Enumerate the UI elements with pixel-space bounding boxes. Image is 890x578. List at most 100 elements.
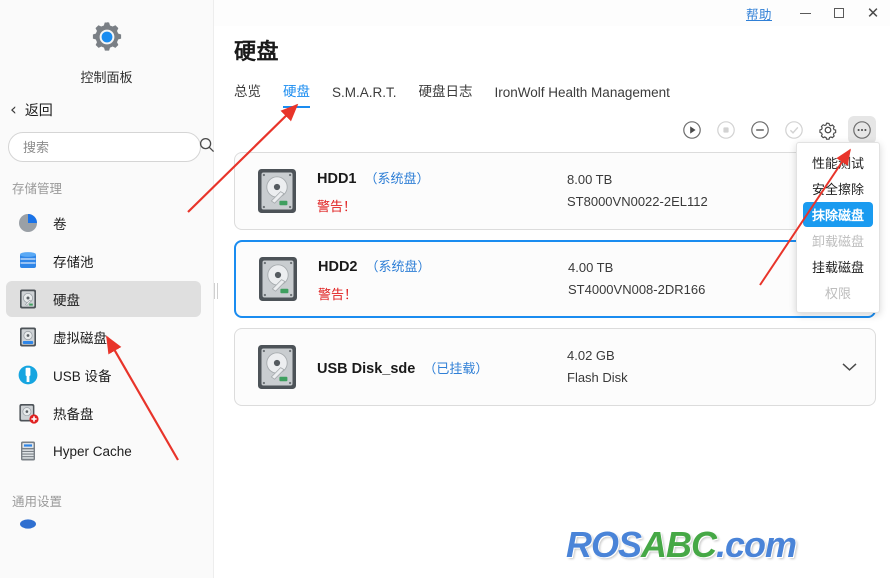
hard-disk-icon [257, 168, 297, 214]
disk-meta: 4.02 GB Flash Disk [567, 345, 628, 389]
tab-ironwolf-health-management[interactable]: IronWolf Health Management [495, 85, 670, 108]
table-row[interactable]: HDD2 （系统盘） 警告！ 4.00 TB ST4000VN008-2DR16… [234, 240, 876, 318]
storage-pool-icon [16, 249, 40, 273]
close-icon: ✕ [866, 3, 880, 22]
sidebar-item-label: 虚拟磁盘 [53, 331, 107, 346]
sidebar-section-general: 通用设置 [12, 495, 63, 509]
disk-list: HDD1 （系统盘） 警告！ 8.00 TB ST8000VN0022-2EL1… [214, 144, 890, 406]
search-container [0, 126, 215, 162]
minimize-button[interactable] [788, 1, 822, 25]
menu-item-mount-disk[interactable]: 挂载磁盘 [803, 254, 873, 279]
disk-meta: 8.00 TB ST8000VN0022-2EL112 [567, 169, 708, 213]
stop-button[interactable] [712, 116, 740, 144]
settings-button[interactable] [814, 116, 842, 144]
maximize-button[interactable] [822, 1, 856, 25]
tab-overview[interactable]: 总览 [234, 80, 261, 108]
sidebar-item-virtual-disk[interactable]: 虚拟磁盘 [6, 319, 201, 355]
disk-info: USB Disk_sde （已挂载） [317, 358, 567, 377]
sidebar-item-label: USB 设备 [53, 369, 112, 384]
tab-disk-log[interactable]: 硬盘日志 [419, 80, 473, 108]
disk-tag: （系统盘） [365, 258, 431, 274]
disk-meta: 4.00 TB ST4000VN008-2DR166 [568, 257, 705, 301]
chevron-left-icon: ‹ [10, 99, 17, 120]
table-row[interactable]: USB Disk_sde （已挂载） 4.02 GB Flash Disk [234, 328, 876, 406]
hard-disk-icon [257, 344, 297, 390]
sidebar-item-label: Hyper Cache [53, 443, 132, 459]
disk-capacity: 4.00 TB [568, 260, 614, 275]
search-icon[interactable] [199, 137, 215, 158]
disk-info: HDD1 （系统盘） 警告！ [317, 168, 567, 215]
close-button[interactable]: ✕ [856, 1, 890, 25]
more-actions-button[interactable] [848, 116, 876, 144]
virtual-disk-icon [16, 325, 40, 349]
general-settings-icon [16, 518, 40, 538]
check-circle-icon [785, 121, 803, 139]
disk-toolbar [214, 108, 890, 144]
control-panel-label: 控制面板 [80, 70, 133, 85]
watermark-part-1: ROS [566, 524, 642, 565]
help-link[interactable]: 帮助 [746, 4, 772, 23]
watermark-part-2: ABC [641, 524, 717, 565]
table-row[interactable]: HDD1 （系统盘） 警告！ 8.00 TB ST8000VN0022-2EL1… [234, 152, 876, 230]
ellipsis-circle-icon [853, 121, 871, 139]
control-panel-header: 控制面板 [0, 0, 213, 86]
sidebar-item-partial[interactable] [6, 518, 201, 538]
hyper-cache-icon [16, 439, 40, 463]
menu-item-permissions: 权限 [824, 286, 851, 301]
stop-circle-icon [717, 121, 735, 139]
tab-disks[interactable]: 硬盘 [283, 80, 310, 108]
verify-button[interactable] [780, 116, 808, 144]
disk-model: ST8000VN0022-2EL112 [567, 194, 708, 209]
play-button[interactable] [678, 116, 706, 144]
disk-tag: （系统盘） [364, 170, 430, 186]
eject-button[interactable] [746, 116, 774, 144]
hot-spare-icon [16, 401, 40, 425]
more-actions-menu: 性能测试 安全擦除 抹除磁盘 卸载磁盘 挂载磁盘 权限 [796, 142, 880, 313]
disk-tag: （已挂载） [423, 360, 489, 376]
menu-item-wipe-disk[interactable]: 抹除磁盘 [803, 202, 873, 227]
watermark: ROSABC.com [566, 524, 797, 566]
back-label: 返回 [24, 102, 53, 118]
disk-capacity: 4.02 GB [567, 348, 615, 363]
disk-info: HDD2 （系统盘） 警告！ [318, 256, 568, 303]
back-button[interactable]: ‹ 返回 [0, 86, 213, 126]
sidebar: 控制面板 ‹ 返回 存储管理 [0, 0, 215, 578]
status-badge: 警告！ [317, 198, 357, 214]
disk-model: ST4000VN008-2DR166 [568, 282, 706, 297]
menu-item-secure-erase[interactable]: 安全擦除 [803, 176, 873, 201]
maximize-icon [834, 8, 844, 18]
volume-pie-icon [16, 211, 40, 235]
tab-bar: 总览 硬盘 S.M.A.R.T. 硬盘日志 IronWolf Health Ma… [214, 66, 890, 108]
sidebar-section-storage: 存储管理 [12, 182, 63, 196]
sidebar-item-hot-spare[interactable]: 热备盘 [6, 395, 201, 431]
watermark-part-3: .com [716, 524, 797, 565]
sidebar-item-label: 卷 [53, 217, 67, 232]
minimize-icon [799, 12, 811, 14]
search-box[interactable] [8, 132, 215, 162]
disk-name: HDD1 [317, 170, 357, 187]
menu-item-unmount-disk: 卸载磁盘 [811, 234, 864, 249]
sidebar-item-hard-disk[interactable]: 硬盘 [6, 281, 201, 317]
minus-circle-icon [751, 121, 769, 139]
control-panel-gear-icon [88, 18, 126, 61]
application-window: 帮助 ✕ 控制面板 ‹ 返回 搜索 存储管理 卷 存储池 硬盘 虚拟磁盘 USB… [0, 0, 890, 578]
disk-capacity: 8.00 TB [567, 172, 613, 187]
sidebar-item-storage-pool[interactable]: 存储池 [6, 243, 201, 279]
play-circle-icon [683, 121, 701, 139]
page-title: 硬盘 [234, 39, 280, 64]
search-input[interactable] [23, 139, 199, 155]
status-badge: 警告！ [318, 286, 358, 302]
sidebar-item-label: 存储池 [53, 255, 94, 270]
tab-smart[interactable]: S.M.A.R.T. [332, 85, 397, 108]
disk-model: Flash Disk [567, 370, 628, 385]
sidebar-item-volume[interactable]: 卷 [6, 205, 201, 241]
sidebar-item-hyper-cache[interactable]: Hyper Cache [6, 433, 201, 469]
main-content: 硬盘 总览 硬盘 S.M.A.R.T. 硬盘日志 IronWolf Health… [214, 26, 890, 578]
chevron-down-icon[interactable] [842, 360, 857, 375]
sidebar-item-label: 硬盘 [53, 293, 80, 308]
hard-disk-icon [16, 287, 40, 311]
disk-name: HDD2 [318, 258, 358, 275]
menu-item-performance-test[interactable]: 性能测试 [803, 150, 873, 175]
usb-device-icon [16, 363, 40, 387]
sidebar-item-usb-device[interactable]: USB 设备 [6, 357, 201, 393]
